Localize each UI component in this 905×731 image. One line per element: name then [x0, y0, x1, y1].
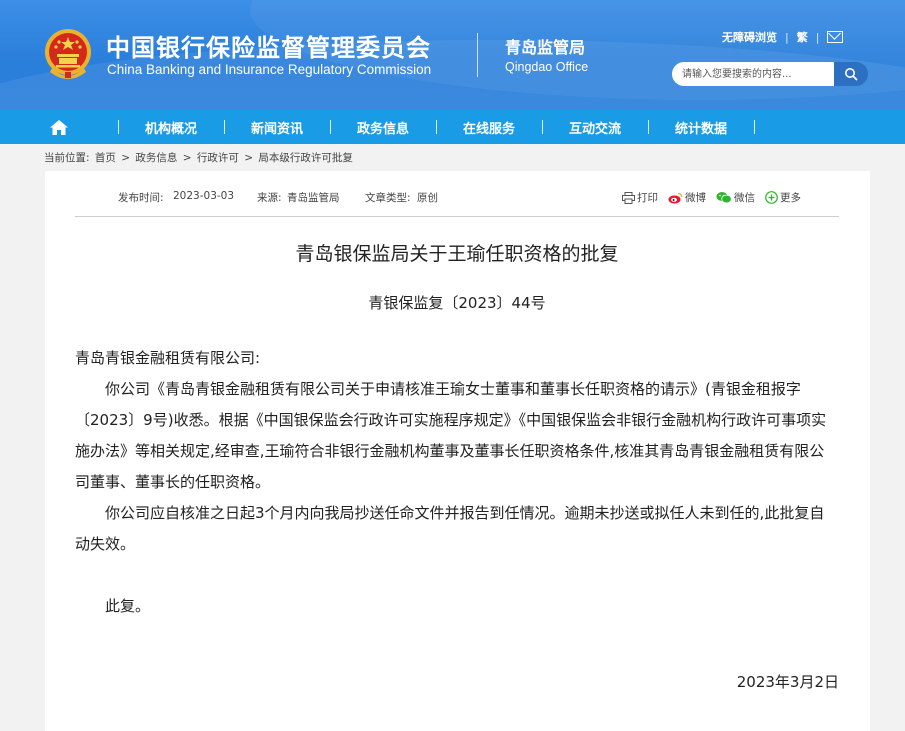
body-paragraph-1: 你公司《青岛青银金融租赁有限公司关于申请核准王瑜女士董事和董事长任职资格的请示》… [75, 380, 827, 491]
nav-separator [754, 120, 755, 134]
search-box [672, 62, 868, 86]
traditional-chinese-link[interactable]: 繁 [797, 29, 808, 45]
print-button[interactable]: 打印 [622, 190, 658, 205]
wechat-icon [716, 192, 732, 204]
article-body: 青岛青银金融租赁有限公司: 你公司《青岛青银金融租赁有限公司关于申请核准王瑜女士… [75, 343, 839, 622]
nav-item-news[interactable]: 新闻资讯 [224, 110, 330, 144]
accessibility-link[interactable]: 无障碍浏览 [722, 29, 777, 45]
top-links: 无障碍浏览 | 繁 | [722, 29, 844, 45]
breadcrumb-separator: > [244, 152, 254, 164]
document-number: 青银保监复〔2023〕44号 [368, 294, 546, 312]
plus-circle-icon [765, 191, 778, 204]
office-title-en: Qingdao Office [505, 60, 589, 74]
nav-item-online-service[interactable]: 在线服务 [436, 110, 542, 144]
breadcrumb-separator: > [121, 152, 131, 164]
breadcrumb-current[interactable]: 局本级行政许可批复 [258, 152, 353, 164]
share-wechat-button[interactable]: 微信 [716, 190, 755, 205]
weibo-label: 微博 [685, 192, 706, 204]
more-label: 更多 [780, 192, 801, 204]
publish-date: 2023-03-03 [173, 190, 235, 202]
office-title-cn: 青岛监管局 [505, 38, 586, 57]
nav-item-statistics[interactable]: 统计数据 [648, 110, 754, 144]
source-label: 来源: [257, 192, 282, 204]
search-input[interactable] [672, 62, 834, 86]
main-nav: 机构概况 新闻资讯 政务信息 在线服务 互动交流 统计数据 [0, 110, 905, 144]
type-label: 文章类型: [365, 192, 411, 204]
breadcrumb: 当前位置: 首页 > 政务信息 > 行政许可 > 局本级行政许可批复 [44, 150, 355, 165]
nav-item-about[interactable]: 机构概况 [118, 110, 224, 144]
salutation: 青岛青银金融租赁有限公司: [75, 349, 261, 367]
type-value: 原创 [417, 192, 438, 204]
national-emblem-icon [45, 29, 91, 79]
publish-label: 发布时间: [118, 192, 164, 204]
body-paragraph-2: 你公司应自核准之日起3个月内向我局抄送任命文件并报告到任情况。逾期未抄送或拟任人… [75, 504, 825, 553]
sign-date: 2023年3月2日 [736, 673, 839, 691]
breadcrumb-label: 当前位置: [44, 152, 90, 164]
search-button[interactable] [834, 62, 868, 86]
search-icon [845, 68, 858, 81]
site-header: 中国银行保险监督管理委员会 China Banking and Insuranc… [0, 0, 905, 110]
weibo-icon [668, 192, 683, 203]
source-value: 青岛监管局 [287, 192, 340, 204]
home-icon [50, 119, 68, 135]
top-links-separator: | [815, 30, 820, 44]
share-weibo-button[interactable]: 微博 [668, 190, 706, 205]
print-icon [622, 191, 635, 204]
nav-item-government-info[interactable]: 政务信息 [330, 110, 436, 144]
header-divider [477, 33, 478, 77]
breadcrumb-home[interactable]: 首页 [95, 152, 116, 164]
breadcrumb-separator: > [182, 152, 192, 164]
meta-divider [75, 216, 839, 217]
wechat-label: 微信 [734, 192, 755, 204]
article-title: 青岛银保监局关于王瑜任职资格的批复 [295, 243, 619, 265]
nav-item-interaction[interactable]: 互动交流 [542, 110, 648, 144]
breadcrumb-government-info[interactable]: 政务信息 [135, 152, 177, 164]
top-links-separator: | [785, 30, 789, 44]
breadcrumb-administrative-license[interactable]: 行政许可 [197, 152, 239, 164]
site-title-en: China Banking and Insurance Regulatory C… [107, 62, 432, 77]
share-more-button[interactable]: 更多 [765, 190, 801, 205]
print-label: 打印 [637, 192, 658, 204]
closing-text: 此复。 [105, 597, 151, 615]
mail-icon[interactable] [827, 31, 844, 43]
share-bar: 打印 微博 微信 更多 [622, 190, 801, 205]
site-title-cn: 中国银行保险监督管理委员会 [106, 34, 431, 62]
nav-home[interactable] [0, 110, 118, 144]
